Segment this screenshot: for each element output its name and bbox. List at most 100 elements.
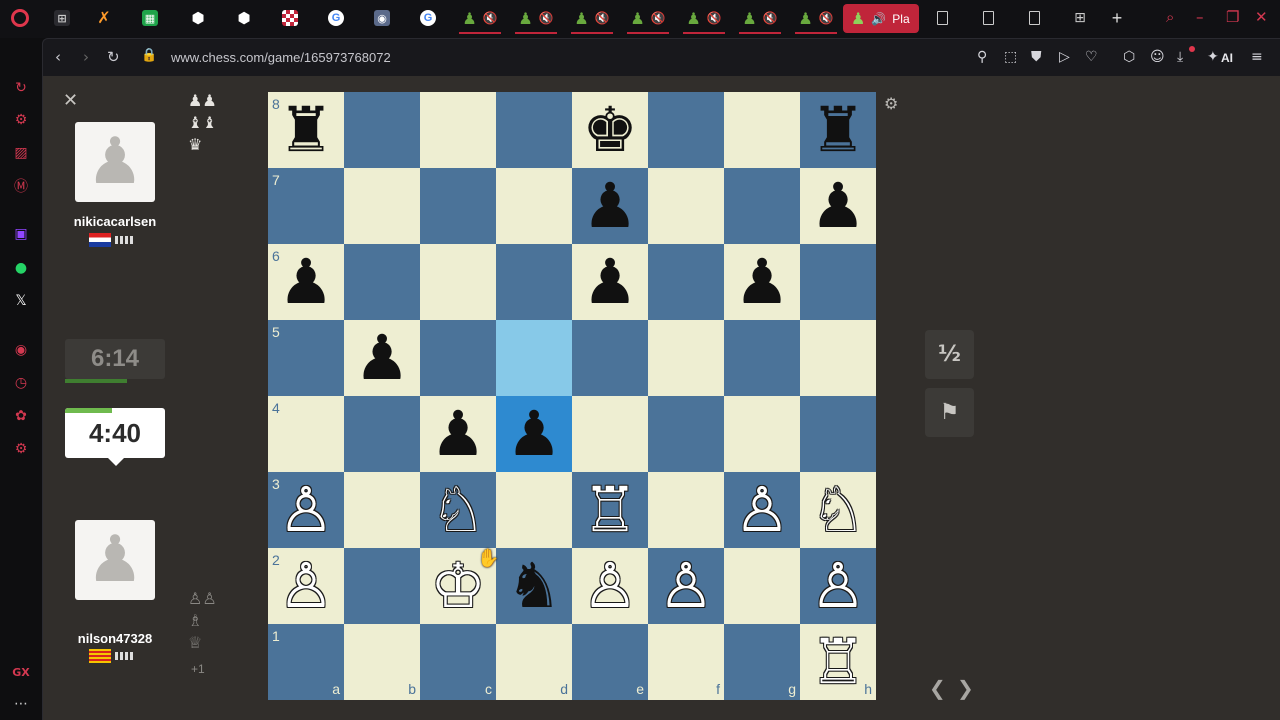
piece-a8[interactable]: ♜ (268, 92, 344, 168)
square-a4[interactable]: 4 (268, 396, 344, 472)
ai-sparkle-icon[interactable]: ✦ (1207, 49, 1219, 65)
square-f6[interactable] (648, 244, 724, 320)
square-d3[interactable] (496, 472, 572, 548)
square-c6[interactable] (420, 244, 496, 320)
play-icon[interactable]: ▷ (1059, 49, 1070, 65)
next-move-icon[interactable]: ❯ (957, 676, 974, 700)
mute-icon[interactable]: 🔇 (763, 11, 778, 25)
square-g1[interactable]: g (724, 624, 800, 700)
reload-icon[interactable]: ↻ (107, 48, 120, 66)
square-f3[interactable] (648, 472, 724, 548)
whatsapp-icon[interactable]: ● (11, 258, 31, 278)
document-tab-1[interactable] (930, 4, 954, 32)
minimize-icon[interactable]: – (1196, 8, 1204, 26)
square-a1[interactable]: 1a (268, 624, 344, 700)
url-field[interactable]: www.chess.com/game/165973768072 (171, 50, 391, 65)
square-d8[interactable] (496, 92, 572, 168)
square-c5[interactable] (420, 320, 496, 396)
active-chess-tab[interactable]: ♟ 🔊 Pla (843, 4, 919, 33)
twitch-icon[interactable]: ▣ (11, 224, 31, 244)
piece-e6[interactable]: ♟ (572, 244, 648, 320)
menu-icon[interactable]: ≡ (1251, 49, 1263, 65)
green-app-tab-icon[interactable]: ▦ (138, 4, 162, 32)
document-tab-2[interactable] (976, 4, 1000, 32)
piece-h3[interactable]: ♘ (800, 472, 876, 548)
settings-icon[interactable]: ⚙ (11, 439, 31, 459)
chess-tab-6[interactable]: ♟ 🔇 (735, 4, 785, 34)
piece-a2[interactable]: ♙ (268, 548, 344, 624)
speaker-icon[interactable]: 🔊 (871, 12, 886, 26)
opera-logo-icon[interactable] (8, 4, 32, 32)
piece-c3[interactable]: ♘ (420, 472, 496, 548)
history-icon[interactable]: ◷ (11, 373, 31, 393)
square-b1[interactable]: b (344, 624, 420, 700)
ai-label[interactable]: AI (1221, 51, 1233, 65)
square-h6[interactable] (800, 244, 876, 320)
square-b7[interactable] (344, 168, 420, 244)
mute-icon[interactable]: 🔇 (651, 11, 666, 25)
square-g5[interactable] (724, 320, 800, 396)
square-f5[interactable] (648, 320, 724, 396)
square-h5[interactable] (800, 320, 876, 396)
eye-tab-icon[interactable]: ◉ (370, 4, 394, 32)
x-tab-icon[interactable]: ✗ (92, 4, 116, 32)
piece-e7[interactable]: ♟ (572, 168, 648, 244)
square-d6[interactable] (496, 244, 572, 320)
square-f7[interactable] (648, 168, 724, 244)
square-c1[interactable]: c (420, 624, 496, 700)
x-twitter-icon[interactable]: 𝕏 (11, 291, 31, 311)
chess-tab-1[interactable]: ♟ 🔇 (455, 4, 505, 34)
heart-icon[interactable]: ♡ (1085, 49, 1098, 65)
download-icon[interactable]: ⤓ (1177, 49, 1183, 65)
gx-icon[interactable]: GX (11, 662, 31, 682)
gamepad-tab-icon[interactable]: ⊞ (50, 4, 74, 32)
hexagon-tab-icon[interactable]: ⬢ (186, 4, 210, 32)
hexagon-red-tab-icon[interactable]: ⬢ (232, 4, 256, 32)
piece-f2[interactable]: ♙ (648, 548, 724, 624)
square-f1[interactable]: f (648, 624, 724, 700)
piece-e8[interactable]: ♚ (572, 92, 648, 168)
piece-h8[interactable]: ♜ (800, 92, 876, 168)
piece-a6[interactable]: ♟ (268, 244, 344, 320)
piece-e2[interactable]: ♙ (572, 548, 648, 624)
board-settings-gear-icon[interactable]: ⚙ (884, 94, 898, 113)
back-icon[interactable]: ‹ (55, 48, 61, 66)
pin-icon[interactable]: ⚲ (977, 49, 987, 65)
square-b6[interactable] (344, 244, 420, 320)
square-b8[interactable] (344, 92, 420, 168)
top-player-avatar[interactable]: ♟ (75, 122, 155, 202)
mute-icon[interactable]: 🔇 (595, 11, 610, 25)
square-e5[interactable] (572, 320, 648, 396)
forward-icon[interactable]: › (83, 48, 89, 66)
chess-tab-5[interactable]: ♟ 🔇 (679, 4, 729, 34)
chess-tab-4[interactable]: ♟ 🔇 (623, 4, 673, 34)
speed-dial-icon[interactable]: ↻ (11, 78, 31, 98)
chess-tab-2[interactable]: ♟ 🔇 (511, 4, 561, 34)
square-b3[interactable] (344, 472, 420, 548)
more-icon[interactable]: ⋯ (11, 694, 31, 714)
google-tab-icon-2[interactable]: G (416, 4, 440, 32)
google-tab-icon[interactable]: G (324, 4, 348, 32)
robot-icon[interactable]: ⚙ (11, 110, 31, 130)
document-tab-3[interactable] (1022, 4, 1046, 32)
offer-draw-button[interactable]: ½ (925, 330, 974, 379)
profile-icon[interactable]: ☺ (1150, 49, 1165, 65)
piece-e3[interactable]: ♖ (572, 472, 648, 548)
bottom-player-avatar[interactable]: ♟ (75, 520, 155, 600)
square-d1[interactable]: d (496, 624, 572, 700)
checker-tab-icon[interactable] (278, 4, 302, 32)
square-b4[interactable] (344, 396, 420, 472)
square-e1[interactable]: e (572, 624, 648, 700)
piece-d2[interactable]: ♞ (496, 548, 572, 624)
search-tabs-icon[interactable]: ⌕ (1166, 8, 1174, 26)
square-b2[interactable] (344, 548, 420, 624)
piece-h1[interactable]: ♖ (800, 624, 876, 700)
piece-g6[interactable]: ♟ (724, 244, 800, 320)
stripes-icon[interactable]: ▨ (11, 143, 31, 163)
piece-h2[interactable]: ♙ (800, 548, 876, 624)
square-f8[interactable] (648, 92, 724, 168)
snapshot-icon[interactable]: ⬚ (1004, 49, 1017, 65)
puzzle-icon[interactable]: ⬡ (1123, 49, 1135, 65)
close-panel-icon[interactable]: ✕ (63, 90, 78, 111)
square-f4[interactable] (648, 396, 724, 472)
